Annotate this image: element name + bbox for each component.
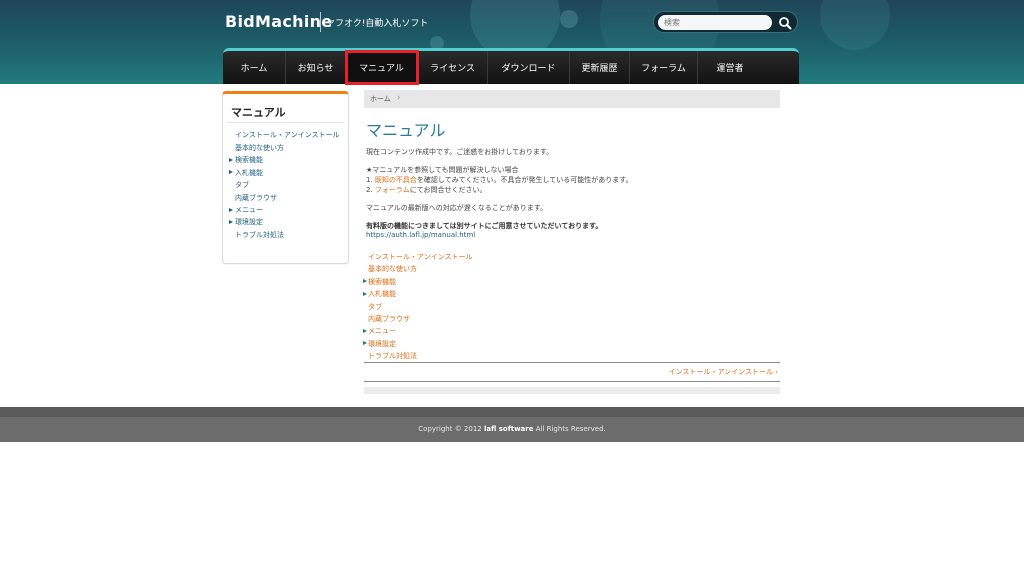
- manual-link-search[interactable]: 検索機能: [363, 276, 544, 288]
- main-nav: ホーム お知らせ マニュアル ライセンス ダウンロード 更新履歴 フォーラム 運…: [223, 48, 799, 85]
- copyright-prefix: Copyright © 2012: [418, 425, 482, 433]
- intro-text: 現在コンテンツ作成中です。ご迷惑をお掛けしております。: [366, 148, 554, 156]
- divider-top: [364, 362, 780, 363]
- site-logo[interactable]: BidMachine: [225, 12, 332, 31]
- manual-link-bidding[interactable]: 入札機能: [363, 288, 544, 300]
- nav-item-changelog[interactable]: 更新履歴: [570, 51, 630, 84]
- site-footer: Copyright © 2012 lafl software All Right…: [0, 417, 1024, 442]
- known-bugs-link[interactable]: 既知の不具合: [375, 176, 417, 184]
- paid-version-note: 有料版の機能につきましては別サイトにご用意させていただいております。: [366, 222, 603, 230]
- search-icon[interactable]: [777, 15, 793, 31]
- notice-heading: ★マニュアルを参照しても問題が解決しない場合: [366, 166, 519, 174]
- step-1-text: を確認してみてください。不具合が発生している可能性があります。: [416, 176, 633, 184]
- logo-separator: [320, 12, 321, 32]
- manual-link-troubleshooting[interactable]: トラブル対処法: [364, 350, 544, 362]
- sidebar-divider: [227, 122, 344, 123]
- decorative-bubble: [560, 10, 578, 28]
- footer-band: [0, 407, 1024, 417]
- notice-step-2: 2. フォーラムにてお問合せください。: [366, 185, 487, 195]
- sidebar-item-menu[interactable]: メニュー: [229, 204, 345, 216]
- sidebar: マニュアル インストール・アンインストール 基本的な使い方 検索機能 入札機能 …: [222, 91, 349, 264]
- content-bottom-bar: [364, 387, 780, 394]
- search-input[interactable]: [658, 15, 772, 30]
- manual-link-browser[interactable]: 内蔵ブラウザ: [364, 313, 544, 325]
- copyright-suffix: All Rights Reserved.: [535, 425, 606, 433]
- decorative-bubble: [820, 0, 890, 50]
- sidebar-item-install[interactable]: インストール・アンインストール: [229, 130, 345, 141]
- page-title: マニュアル: [366, 121, 446, 140]
- manual-link-list: インストール・アンインストール 基本的な使い方 検索機能 入札機能 タブ 内蔵ブ…: [363, 251, 544, 363]
- search-box: [653, 11, 798, 33]
- manual-link-install[interactable]: インストール・アンインストール: [364, 251, 544, 263]
- sidebar-title: マニュアル: [231, 106, 286, 119]
- sidebar-item-tabs[interactable]: タブ: [229, 179, 345, 191]
- nav-item-operator[interactable]: 運営者: [698, 51, 762, 84]
- forum-link[interactable]: フォーラム: [375, 186, 410, 194]
- nav-item-forum[interactable]: フォーラム: [630, 51, 698, 84]
- breadcrumb-chevron-icon: ›: [397, 93, 401, 103]
- sidebar-item-bidding[interactable]: 入札機能: [229, 167, 345, 179]
- next-page-link[interactable]: インストール・アンインストール ›: [669, 367, 778, 377]
- delay-note: マニュアルの最新版への対応が遅くなることがあります。: [366, 204, 548, 212]
- paid-manual-link[interactable]: https://auth.lafl.jp/manual.html: [366, 231, 475, 239]
- divider-bottom: [364, 381, 780, 382]
- breadcrumb-home-link[interactable]: ホーム: [370, 94, 391, 104]
- step-1-number: 1.: [366, 176, 373, 184]
- manual-link-menu[interactable]: メニュー: [363, 325, 544, 337]
- manual-link-settings[interactable]: 環境設定: [363, 338, 544, 350]
- sidebar-item-basic-usage[interactable]: 基本的な使い方: [229, 142, 345, 154]
- step-2-text: にてお問合せください。: [409, 186, 487, 194]
- nav-item-home[interactable]: ホーム: [223, 51, 286, 84]
- manual-link-tabs[interactable]: タブ: [364, 301, 544, 313]
- sidebar-item-settings[interactable]: 環境設定: [229, 216, 345, 228]
- nav-item-news[interactable]: お知らせ: [286, 51, 346, 84]
- footer-brand: lafl software: [483, 425, 534, 433]
- sidebar-list: インストール・アンインストール 基本的な使い方 検索機能 入札機能 タブ 内蔵ブ…: [229, 130, 345, 241]
- sidebar-item-browser[interactable]: 内蔵ブラウザ: [229, 192, 345, 204]
- nav-item-download[interactable]: ダウンロード: [488, 51, 570, 84]
- manual-link-basic-usage[interactable]: 基本的な使い方: [364, 263, 544, 275]
- nav-item-manual[interactable]: マニュアル: [345, 50, 419, 85]
- breadcrumb: ホーム ›: [364, 90, 780, 108]
- nav-item-license[interactable]: ライセンス: [418, 51, 488, 84]
- sidebar-item-troubleshooting[interactable]: トラブル対処法: [229, 229, 345, 241]
- sidebar-item-search[interactable]: 検索機能: [229, 154, 345, 166]
- notice-step-1: 1. 既知の不具合を確認してみてください。不具合が発生している可能性があります。: [366, 175, 633, 185]
- site-tagline: ヤフオク!自動入札ソフト: [326, 19, 429, 29]
- step-2-number: 2.: [366, 186, 373, 194]
